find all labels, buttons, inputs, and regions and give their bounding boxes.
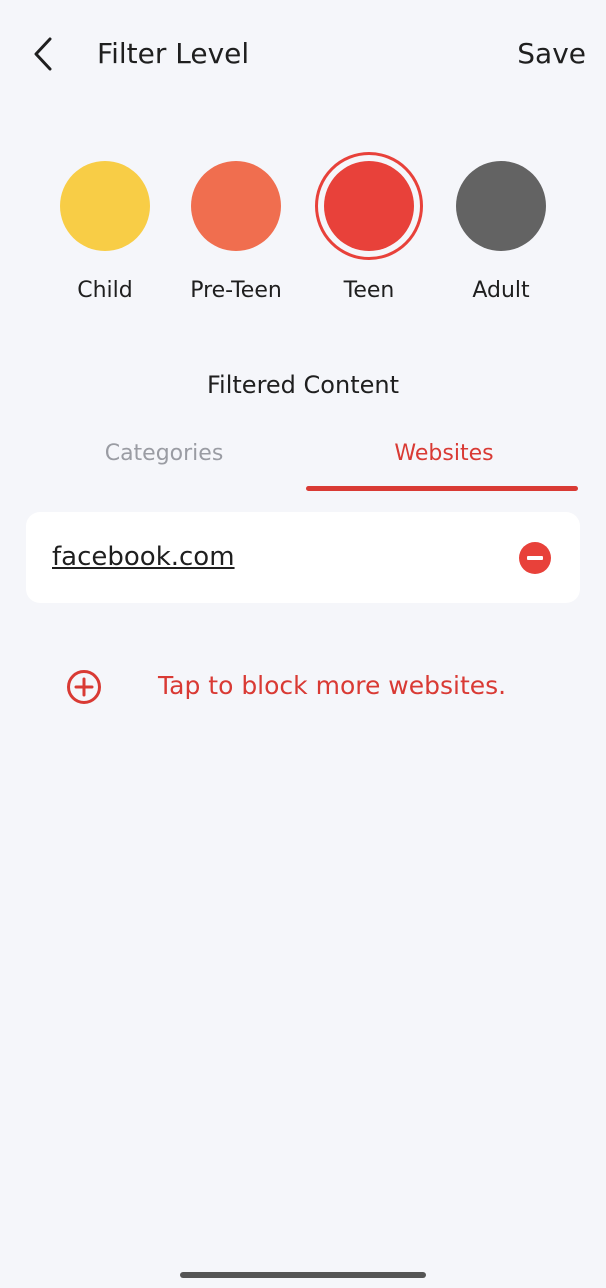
tab-websites[interactable]: Websites: [306, 430, 582, 492]
filter-level-selector: Child Pre-Teen Teen Adult: [0, 150, 606, 320]
tab-categories[interactable]: Categories: [26, 430, 302, 492]
website-list-item: facebook.com: [26, 512, 580, 603]
level-teen-label: Teen: [343, 278, 395, 303]
level-pre-teen-label: Pre-Teen: [190, 278, 282, 303]
level-pre-teen-circle: [191, 161, 281, 251]
save-button[interactable]: Save: [517, 36, 586, 72]
level-pre-teen[interactable]: Pre-Teen: [170, 150, 302, 310]
level-adult[interactable]: Adult: [435, 150, 567, 310]
add-website-label: Tap to block more websites.: [158, 671, 507, 700]
plus-circle-icon: [67, 670, 101, 704]
add-website-button[interactable]: Tap to block more websites.: [64, 662, 544, 710]
back-button[interactable]: [24, 30, 64, 78]
level-child[interactable]: Child: [39, 150, 171, 310]
level-adult-label: Adult: [472, 278, 530, 303]
level-adult-circle: [456, 161, 546, 251]
minus-circle-icon: [519, 542, 551, 574]
home-indicator[interactable]: [180, 1272, 426, 1278]
level-teen-circle: [324, 161, 414, 251]
level-teen[interactable]: Teen: [303, 150, 435, 310]
remove-website-button[interactable]: [518, 541, 552, 575]
active-tab-indicator: [306, 486, 578, 491]
page-title: Filter Level: [97, 37, 250, 70]
filter-level-screen: Filter Level Save Child Pre-Teen Teen Ad…: [0, 0, 606, 1288]
header: Filter Level Save: [0, 0, 606, 108]
chevron-left-icon: [34, 37, 52, 71]
website-name[interactable]: facebook.com: [52, 540, 235, 574]
level-child-circle: [60, 161, 150, 251]
level-child-label: Child: [77, 278, 133, 303]
content-tabs: Categories Websites: [26, 430, 578, 494]
filtered-content-title: Filtered Content: [207, 371, 399, 399]
